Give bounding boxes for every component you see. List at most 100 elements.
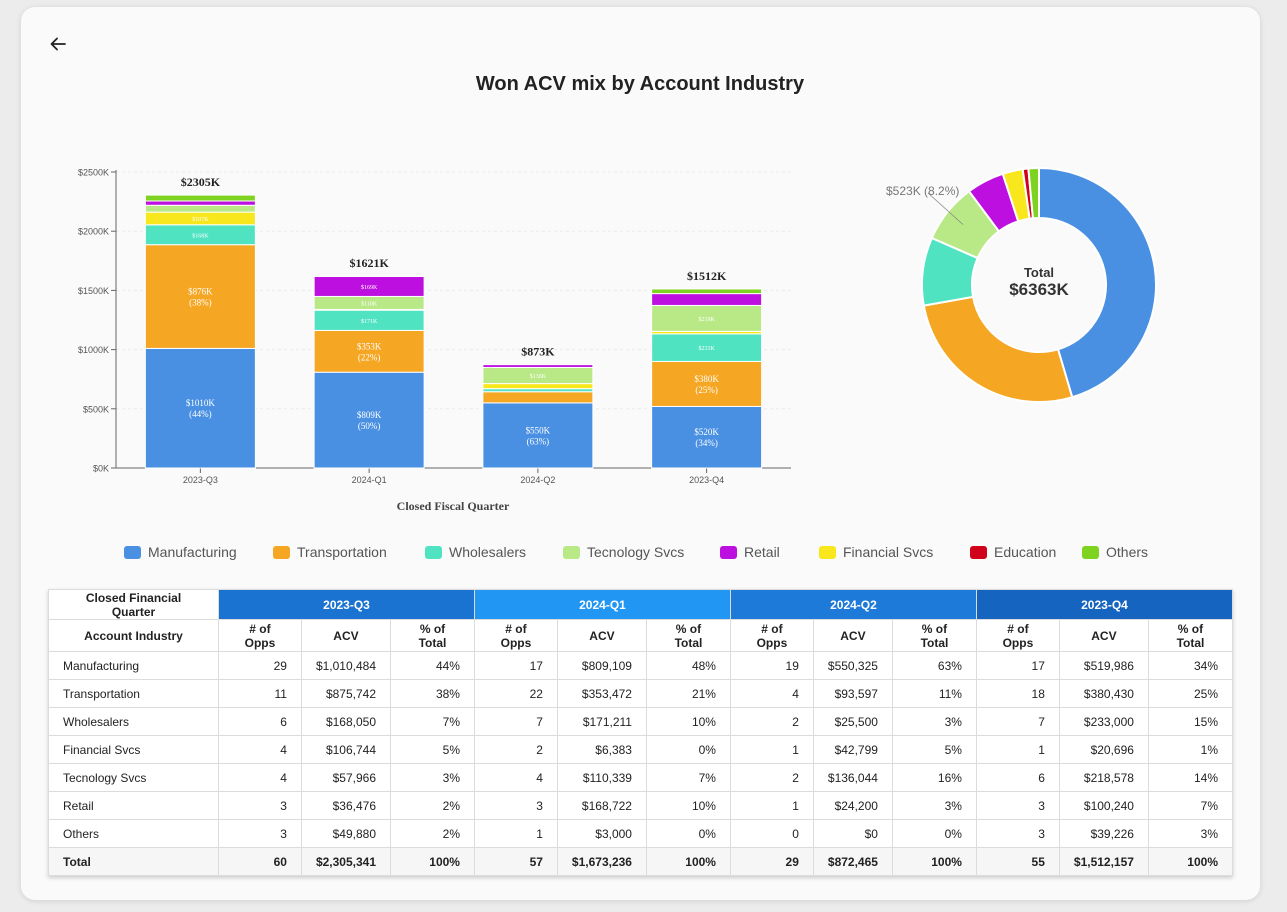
bar-value-label: $380K: [694, 374, 719, 384]
column-header: # of Opps: [975, 619, 1060, 652]
bar-total-label: $1621K: [349, 256, 389, 270]
column-header: % of Total: [891, 619, 977, 652]
legend-swatch: [720, 545, 737, 559]
bar-total-label: $2305K: [181, 175, 221, 189]
y-tick-label: $1000K: [78, 345, 109, 355]
table-cell: 3%: [390, 763, 475, 792]
bar-segment: [144, 200, 256, 206]
bar-value-label: $876K: [188, 287, 213, 297]
table-cell: 17: [975, 651, 1060, 680]
table-cell: 55: [975, 847, 1060, 876]
table-cell: 21%: [645, 679, 731, 708]
table-cell: $136,044: [812, 763, 893, 792]
table-cell: $872,465: [812, 847, 893, 876]
column-header: ACV: [1058, 619, 1149, 652]
bar-value-label: $809K: [357, 410, 382, 420]
table-cell: $3,000: [556, 819, 647, 848]
table-cell: 3: [975, 819, 1060, 848]
legend-item[interactable]: Transportation: [273, 544, 425, 560]
table-cell: $2,305,341: [300, 847, 392, 876]
table-cell: 100%: [390, 847, 475, 876]
table-cell: $49,880: [300, 819, 392, 848]
table-cell: $380,430: [1058, 679, 1149, 708]
table-cell: $25,500: [812, 707, 893, 736]
table-cell: 15%: [1147, 707, 1234, 736]
bar-value-label: $168K: [192, 232, 209, 239]
table-cell: 1: [473, 819, 558, 848]
bar-pct-label: (34%): [695, 438, 718, 448]
table-cell: 4: [218, 763, 302, 792]
x-axis-title: Closed Fiscal Quarter: [397, 499, 510, 513]
column-header: # of Opps: [729, 619, 814, 652]
legend-swatch: [273, 545, 290, 559]
data-table: Closed Financial Quarter 2023-Q3 2024-Q1 2…: [48, 589, 1234, 876]
legend-item[interactable]: Others: [1082, 544, 1162, 560]
table-cell: 14%: [1147, 763, 1234, 792]
table-cell: 7%: [390, 707, 475, 736]
table-cell: 3: [218, 791, 302, 820]
row-label: Wholesalers: [48, 707, 219, 736]
bar-total-label: $873K: [521, 345, 555, 359]
legend-item[interactable]: Retail: [720, 544, 819, 560]
bar-pct-label: (22%): [358, 352, 381, 362]
table-cell: 0%: [891, 819, 977, 848]
table-cell: $168,722: [556, 791, 647, 820]
quarter-header: 2024-Q2: [729, 589, 977, 620]
y-tick-label: $1500K: [78, 286, 109, 296]
column-header: ACV: [812, 619, 893, 652]
table-cell: 3%: [891, 791, 977, 820]
row-label: Total: [48, 847, 219, 876]
bar-value-label: $219K: [698, 316, 715, 323]
table-cell: 4: [473, 763, 558, 792]
legend-swatch: [819, 545, 836, 559]
bar-value-label: $171K: [361, 318, 378, 325]
table-cell: 25%: [1147, 679, 1234, 708]
legend-item[interactable]: Wholesalers: [425, 544, 563, 560]
table-cell: 7%: [645, 763, 731, 792]
table-cell: 6: [218, 707, 302, 736]
table-cell: 4: [218, 735, 302, 764]
row-label: Financial Svcs: [48, 735, 219, 764]
legend-item[interactable]: Financial Svcs: [819, 544, 970, 560]
legend-label: Wholesalers: [449, 544, 527, 560]
bar-pct-label: (38%): [189, 298, 212, 308]
legend-swatch: [124, 545, 141, 559]
table-cell: 6: [975, 763, 1060, 792]
bar-segment: [482, 383, 594, 390]
bar-value-label: $520K: [694, 427, 719, 437]
legend-item[interactable]: Education: [970, 544, 1082, 560]
table-cell: 63%: [891, 651, 977, 680]
stacked-bar-chart: $0K $500K $1000K $1500K $2000K $2500K Closed F…: [78, 168, 791, 513]
table-cell: 38%: [390, 679, 475, 708]
legend-swatch: [970, 545, 987, 559]
table-cell: 1: [729, 735, 814, 764]
table-cell: $875,742: [300, 679, 392, 708]
legend-item[interactable]: Manufacturing: [124, 544, 273, 560]
column-header: # of Opps: [473, 619, 558, 652]
table-cell: 22: [473, 679, 558, 708]
table-cell: $57,966: [300, 763, 392, 792]
table-cell: 5%: [891, 735, 977, 764]
bar-value-label: $136K: [530, 373, 547, 380]
table-cell: $110,339: [556, 763, 647, 792]
y-tick-label: $2500K: [78, 168, 109, 178]
table-cell: 11%: [891, 679, 977, 708]
table-cell: $6,383: [556, 735, 647, 764]
table-row: Retail 3 $36,476 2% 3 $168,722 10% 1 $24,200 3% 3 $…: [48, 791, 1234, 820]
bar-segment: [651, 288, 763, 295]
legend-label: Others: [1106, 544, 1149, 560]
table-cell: $20,696: [1058, 735, 1149, 764]
table-cell: 57: [473, 847, 558, 876]
table-cell: 3%: [891, 707, 977, 736]
table-cell: 10%: [645, 791, 731, 820]
table-cell: $218,578: [1058, 763, 1149, 792]
legend-label: Tecnology Svcs: [587, 544, 685, 560]
legend-item[interactable]: Tecnology Svcs: [563, 544, 720, 560]
bar-pct-label: (25%): [695, 385, 718, 395]
quarter-header: 2023-Q4: [975, 589, 1234, 620]
table-cell: 29: [218, 651, 302, 680]
bar-pct-label: (44%): [189, 409, 212, 419]
table-cell: $519,986: [1058, 651, 1149, 680]
table-cell: $1,512,157: [1058, 847, 1149, 876]
table-cell: 2: [729, 707, 814, 736]
